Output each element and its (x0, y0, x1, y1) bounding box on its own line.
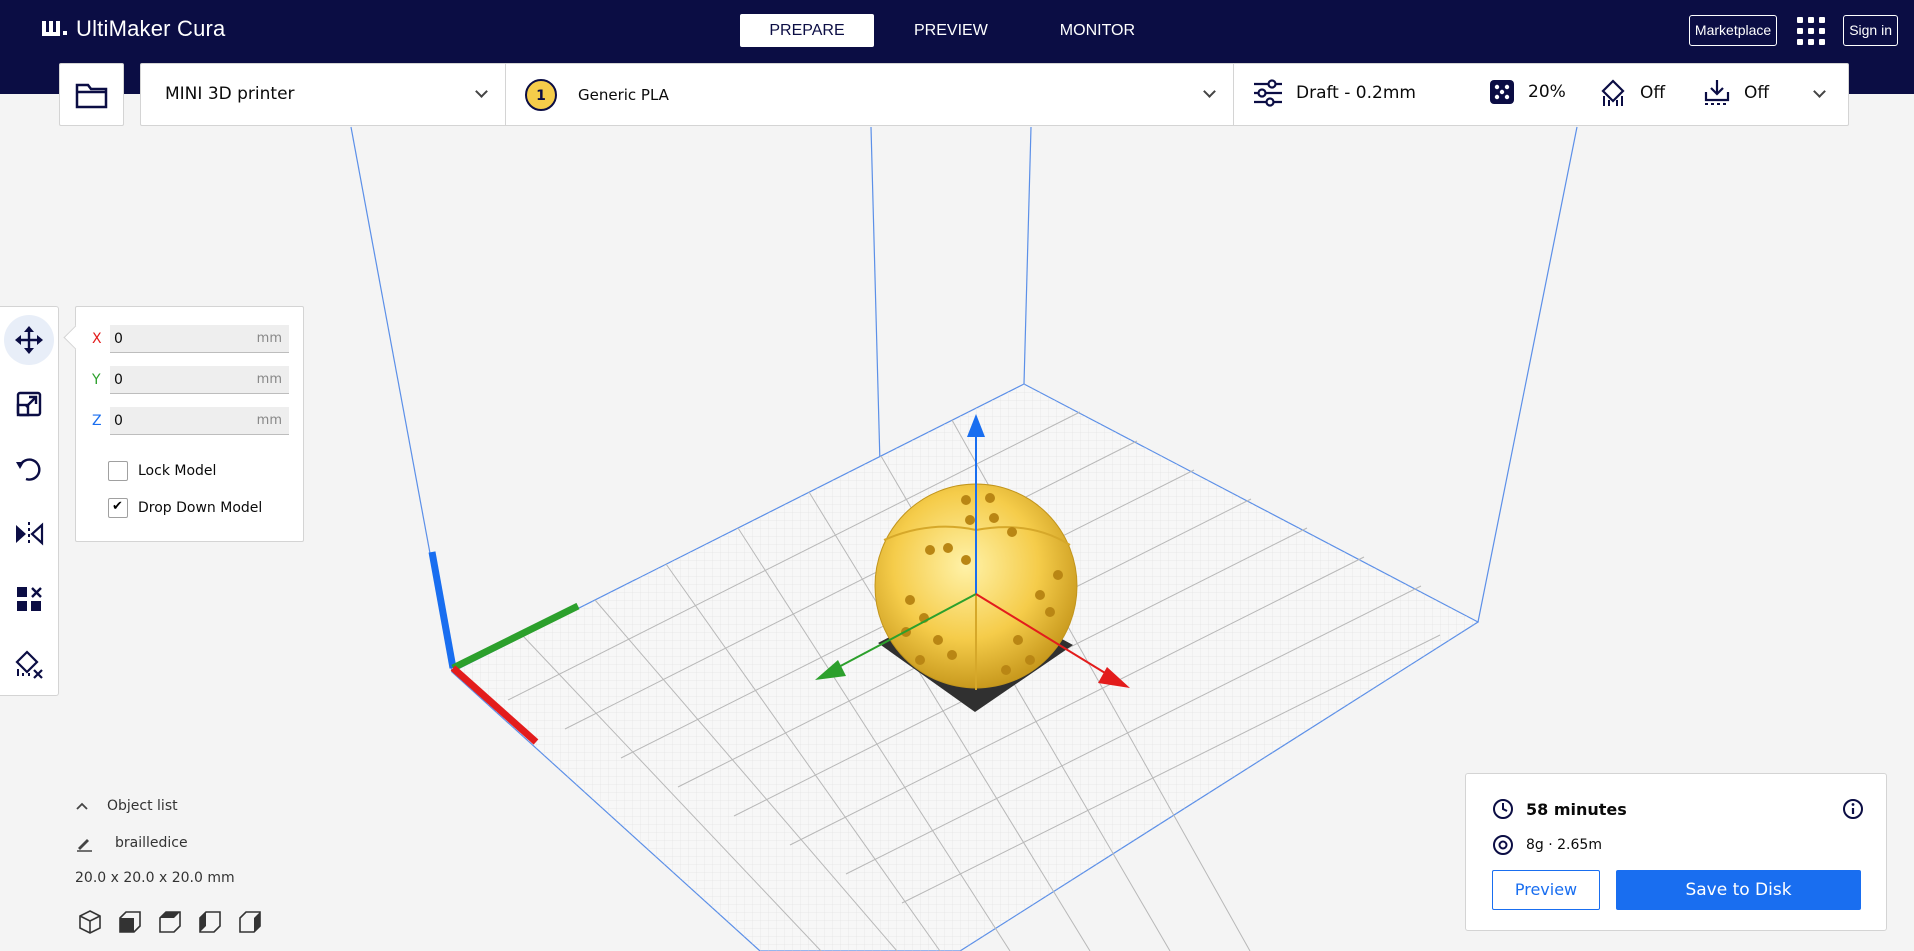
object-list-title: Object list (107, 798, 178, 814)
print-time: 58 minutes (1492, 798, 1627, 820)
pencil-icon (77, 839, 92, 852)
drop-down-model-checkbox[interactable] (108, 498, 128, 518)
chevron-down-icon (1203, 85, 1216, 98)
rotate-icon (16, 458, 41, 481)
x-unit: mm (256, 331, 282, 346)
scale-tool-button[interactable] (4, 379, 54, 429)
sliders-icon (1254, 79, 1282, 107)
spool-icon (1493, 835, 1513, 855)
y-position-row: Y 0 mm (92, 366, 289, 394)
material-name: Generic PLA (578, 86, 669, 104)
sign-in-button[interactable]: Sign in (1843, 15, 1898, 46)
clock-icon (1493, 799, 1513, 819)
profile-setting: Draft - 0.2mm (1252, 78, 1416, 108)
chevron-down-icon (1813, 85, 1826, 98)
y-unit: mm (256, 372, 282, 387)
tool-sidebar (0, 306, 59, 696)
app-logo: UltiMaker Cura (40, 16, 226, 42)
support-icon (1601, 79, 1625, 106)
support-blocker-button[interactable] (4, 639, 54, 689)
y-position-input[interactable]: 0 mm (110, 366, 289, 394)
extruder-number: 1 (536, 88, 546, 104)
camera-view-buttons (75, 907, 275, 937)
move-tool-panel: X 0 mm Y 0 mm Z 0 mm Lock Model Drop Dow… (75, 306, 304, 542)
move-icon (15, 326, 43, 354)
tab-monitor[interactable]: MONITOR (1028, 14, 1167, 47)
view-front-icon[interactable] (115, 907, 145, 937)
x-position-input[interactable]: 0 mm (110, 325, 289, 353)
z-axis-label: Z (92, 413, 102, 429)
lock-model-checkbox[interactable] (108, 461, 128, 481)
per-model-settings-button[interactable] (4, 574, 54, 624)
object-dimensions: 20.0 x 20.0 x 20.0 mm (75, 870, 235, 886)
drop-down-model-option[interactable]: Drop Down Model (108, 498, 262, 518)
printer-name: MINI 3D printer (165, 84, 295, 104)
print-time-value: 58 minutes (1526, 799, 1627, 819)
adhesion-value: Off (1744, 83, 1770, 103)
folder-icon (75, 83, 107, 108)
material-usage: 8g · 2.65m (1492, 834, 1602, 856)
view-left-icon[interactable] (195, 907, 225, 937)
z-unit: mm (256, 413, 282, 428)
mirror-tool-button[interactable] (4, 509, 54, 559)
volume-edge (1477, 126, 1578, 623)
support-setting: Off (1598, 78, 1665, 108)
support-value: Off (1640, 83, 1666, 103)
support-blocker-icon (15, 650, 43, 679)
z-position-row: Z 0 mm (92, 407, 289, 435)
marketplace-button[interactable]: Marketplace (1688, 15, 1778, 46)
volume-edge (1023, 126, 1032, 385)
drop-down-model-label: Drop Down Model (138, 500, 263, 516)
open-file-button[interactable] (59, 63, 124, 126)
per-model-settings-icon (17, 587, 42, 611)
chevron-down-icon (475, 85, 488, 98)
infill-setting: 20% (1488, 78, 1566, 106)
infill-icon (1490, 80, 1514, 104)
material-usage-value: 8g · 2.65m (1526, 837, 1602, 853)
adhesion-setting: Off (1702, 78, 1769, 108)
save-to-disk-button[interactable]: Save to Disk (1616, 870, 1861, 910)
object-list-toggle[interactable]: Object list (75, 798, 178, 814)
lock-model-option[interactable]: Lock Model (108, 461, 216, 481)
z-position-input[interactable]: 0 mm (110, 407, 289, 435)
object-list-item[interactable]: brailledice (75, 834, 188, 852)
tab-preview[interactable]: PREVIEW (882, 14, 1020, 47)
mirror-icon (16, 522, 44, 546)
rotate-tool-button[interactable] (4, 444, 54, 494)
scale-icon (16, 391, 42, 417)
printer-selector[interactable]: MINI 3D printer (141, 64, 506, 125)
tab-prepare[interactable]: PREPARE (740, 14, 874, 47)
profile-label: Draft - 0.2mm (1296, 83, 1416, 103)
print-settings-selector[interactable]: Draft - 0.2mm 20% Off Off (1234, 64, 1848, 125)
view-right-icon[interactable] (235, 907, 265, 937)
print-config-bar: MINI 3D printer 1 Generic PLA Draft - 0.… (140, 63, 1849, 126)
x-position-value: 0 (114, 331, 123, 347)
view-3d-icon[interactable] (75, 907, 105, 937)
y-axis-label: Y (92, 372, 101, 388)
adhesion-icon (1704, 80, 1730, 105)
object-name: brailledice (115, 835, 188, 851)
stage-tabs: PREPARE PREVIEW MONITOR (740, 14, 1175, 47)
app-title: UltiMaker Cura (76, 16, 226, 41)
x-position-row: X 0 mm (92, 325, 289, 353)
material-selector[interactable]: 1 Generic PLA (506, 64, 1234, 125)
z-axis-origin (428, 551, 457, 669)
apps-grid-icon[interactable] (1797, 16, 1826, 45)
x-axis-label: X (92, 331, 102, 347)
y-position-value: 0 (114, 372, 123, 388)
lock-model-label: Lock Model (138, 463, 217, 479)
chevron-up-icon (76, 802, 88, 810)
info-icon[interactable] (1842, 798, 1864, 820)
header-actions: Marketplace Sign in (1688, 15, 1898, 46)
print-summary-panel: 58 minutes 8g · 2.65m Preview Save to Di… (1465, 773, 1887, 931)
preview-button[interactable]: Preview (1492, 870, 1600, 910)
move-tool-button[interactable] (4, 315, 54, 365)
infill-value: 20% (1528, 82, 1566, 102)
z-position-value: 0 (114, 413, 123, 429)
extruder-badge-icon: 1 (525, 79, 557, 111)
ultimaker-logo-icon (42, 21, 67, 36)
view-top-icon[interactable] (155, 907, 185, 937)
